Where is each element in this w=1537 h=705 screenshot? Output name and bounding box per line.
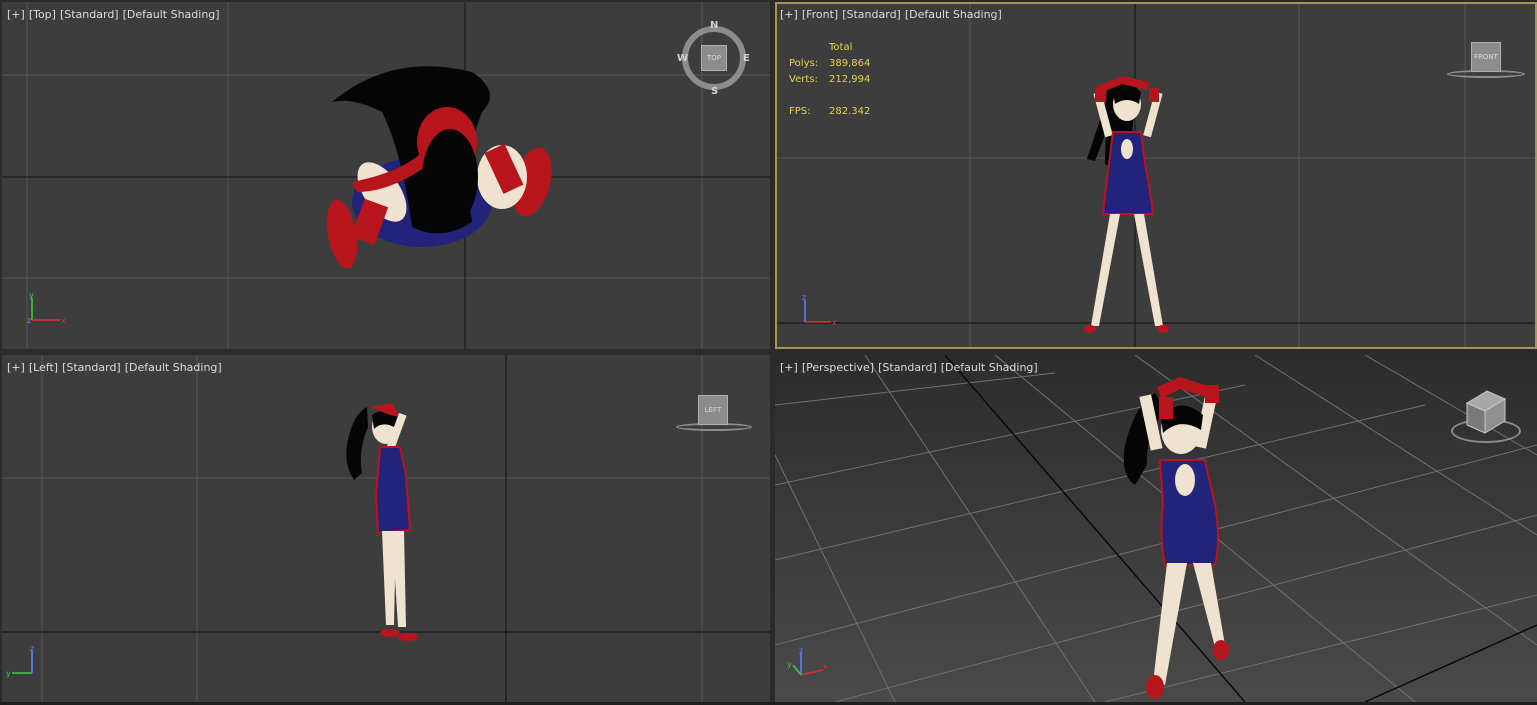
viewport-label-top[interactable]: [+] [Top] [Standard] [Default Shading] bbox=[7, 8, 224, 21]
viewport-shading-menu[interactable]: [Default Shading] bbox=[905, 8, 1002, 21]
front-grid bbox=[777, 4, 1535, 347]
axis-label-x: x bbox=[61, 316, 66, 325]
viewport-plus-menu[interactable]: [+] bbox=[780, 8, 798, 21]
viewcube-left[interactable]: LEFT bbox=[674, 393, 758, 433]
viewcube-face[interactable]: LEFT bbox=[698, 395, 728, 425]
viewport-mode-menu[interactable]: [Standard] bbox=[60, 8, 119, 21]
axis-label-z: z bbox=[799, 646, 803, 655]
viewport-label-front[interactable]: [+] [Front] [Standard] [Default Shading] bbox=[780, 8, 1006, 21]
axis-label-x: x bbox=[832, 318, 837, 327]
axis-tripod-icon: z y bbox=[6, 644, 34, 678]
viewport-front[interactable]: [+] [Front] [Standard] [Default Shading] To… bbox=[775, 2, 1537, 349]
viewcube-face[interactable]: FRONT bbox=[1471, 42, 1501, 72]
viewcube-front[interactable]: FRONT bbox=[1445, 42, 1529, 82]
viewport-mode-menu[interactable]: [Standard] bbox=[62, 361, 121, 374]
perspective-grid bbox=[775, 355, 1537, 702]
character-left-view bbox=[346, 403, 418, 641]
stats-polys-label: Polys: bbox=[789, 58, 819, 69]
viewport-shading-menu[interactable]: [Default Shading] bbox=[123, 8, 220, 21]
top-grid bbox=[2, 2, 770, 349]
stats-total-label: Total bbox=[829, 42, 853, 53]
viewport-view-menu[interactable]: [Front] bbox=[802, 8, 838, 21]
stats-verts-value: 212,994 bbox=[829, 74, 871, 85]
viewport-shading-menu[interactable]: [Default Shading] bbox=[125, 361, 222, 374]
compass-s: S bbox=[711, 86, 719, 97]
left-grid bbox=[2, 355, 770, 702]
viewport-left[interactable]: [+] [Left] [Standard] [Default Shading] LEF… bbox=[2, 355, 770, 702]
stats-verts-label: Verts: bbox=[789, 74, 818, 85]
viewport-view-menu[interactable]: [Left] bbox=[29, 361, 58, 374]
stats-fps-label: FPS: bbox=[789, 106, 811, 117]
axis-label-y: y bbox=[29, 292, 34, 300]
viewcube-face[interactable]: TOP bbox=[701, 45, 727, 71]
compass-e: E bbox=[743, 53, 750, 64]
axis-tripod-icon: z x bbox=[802, 293, 837, 327]
viewport-shading-menu[interactable]: [Default Shading] bbox=[941, 361, 1038, 374]
stats-polys-value: 389,864 bbox=[829, 58, 871, 69]
viewport-mode-menu[interactable]: [Standard] bbox=[878, 361, 937, 374]
viewport-plus-menu[interactable]: [+] bbox=[7, 361, 25, 374]
viewport-mode-menu[interactable]: [Standard] bbox=[842, 8, 901, 21]
viewcube-3d-icon[interactable] bbox=[1447, 385, 1527, 449]
axis-label-z: z bbox=[27, 316, 31, 325]
axis-label-x: x bbox=[823, 662, 828, 671]
axis-tripod-icon: z x y bbox=[787, 646, 828, 676]
viewport-plus-menu[interactable]: [+] bbox=[7, 8, 25, 21]
viewport-label-left[interactable]: [+] [Left] [Standard] [Default Shading] bbox=[7, 361, 226, 374]
viewport-label-perspective[interactable]: [+] [Perspective] [Standard] [Default Shadi… bbox=[780, 361, 1042, 374]
viewcube-top[interactable]: TOP N S E W bbox=[677, 20, 750, 98]
axis-label-z: z bbox=[30, 644, 34, 653]
character-top-view bbox=[326, 66, 552, 269]
viewport-top[interactable]: [+] [Top] [Standard] [Default Shading] TOP … bbox=[2, 2, 770, 349]
statistics-overlay: Total Polys: 389,864 Verts: 212,994 FPS: 28… bbox=[789, 40, 870, 120]
axis-label-y: y bbox=[787, 660, 792, 669]
viewport-plus-menu[interactable]: [+] bbox=[780, 361, 798, 374]
viewport-view-menu[interactable]: [Top] bbox=[29, 8, 56, 21]
compass-w: W bbox=[677, 53, 689, 64]
axis-tripod-icon: y z x bbox=[27, 292, 66, 325]
compass-n: N bbox=[710, 20, 719, 31]
viewport-view-menu[interactable]: [Perspective] bbox=[802, 361, 874, 374]
viewport-perspective[interactable]: [+] [Perspective] [Standard] [Default Shadi… bbox=[775, 355, 1537, 702]
axis-label-y: y bbox=[6, 669, 11, 678]
axis-label-z: z bbox=[802, 293, 806, 302]
character-front-view bbox=[1084, 76, 1169, 333]
viewcube-perspective[interactable] bbox=[1447, 385, 1527, 449]
stats-fps-value: 282.342 bbox=[829, 106, 871, 117]
